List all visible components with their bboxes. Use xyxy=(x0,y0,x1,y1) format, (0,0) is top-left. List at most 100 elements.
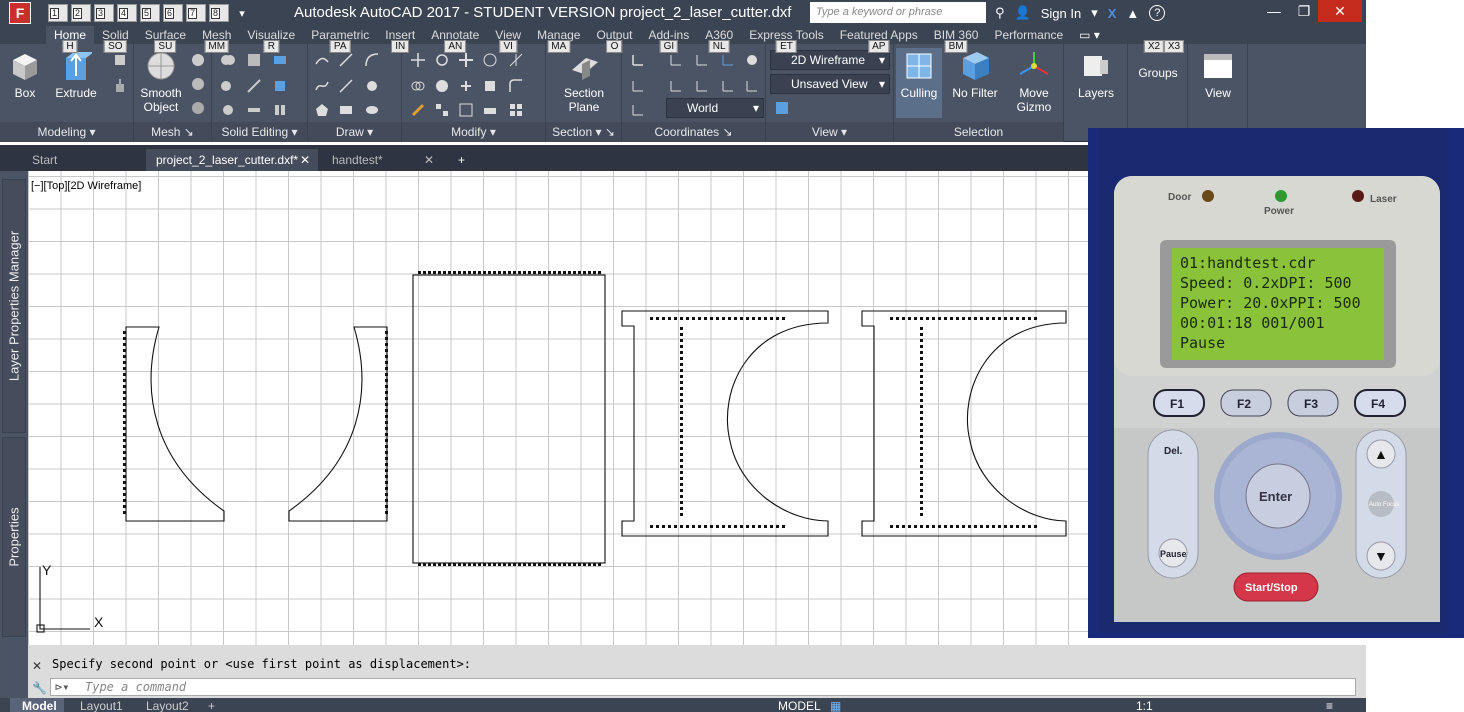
tab-home[interactable]: Home H xyxy=(46,26,95,53)
binoculars-icon[interactable]: ⚲ xyxy=(995,5,1005,21)
ucs-y-icon[interactable] xyxy=(720,78,736,94)
panel-label-draw[interactable]: Draw ▾ xyxy=(308,122,401,142)
ucs-named-icon[interactable] xyxy=(744,52,760,68)
no-filter-button[interactable]: No Filter xyxy=(948,50,1002,100)
box-button[interactable]: Box xyxy=(6,50,44,100)
qat-save-button[interactable]: 3 xyxy=(94,4,114,22)
rectangle-icon[interactable] xyxy=(338,102,354,118)
qat-share-button[interactable]: 5 xyxy=(140,4,160,22)
polyline-icon[interactable] xyxy=(314,52,330,68)
circle-icon[interactable] xyxy=(364,78,380,94)
panel-label-modify[interactable]: Modify ▾ xyxy=(402,122,545,142)
doc-tab-handtest[interactable]: handtest* ✕ xyxy=(322,149,442,171)
spline-icon[interactable] xyxy=(314,78,330,94)
ucs-icon[interactable] xyxy=(630,52,646,68)
align-icon[interactable] xyxy=(482,102,498,118)
ucs-origin-icon[interactable] xyxy=(694,52,710,68)
qat-saveas-button[interactable]: 4 xyxy=(117,4,137,22)
new-tab-button[interactable]: + xyxy=(452,149,476,171)
culling-button[interactable]: Culling xyxy=(896,48,942,118)
mesh-refine-icon[interactable] xyxy=(190,100,206,116)
qat-open-button[interactable]: 2 xyxy=(71,4,91,22)
move-icon[interactable] xyxy=(410,52,426,68)
mesh-smooth-more-icon[interactable] xyxy=(190,52,206,68)
layout2-tab[interactable]: Layout2 xyxy=(146,698,189,712)
panel-label-modeling[interactable]: Modeling ▾ xyxy=(0,122,133,142)
qat-new-button[interactable]: 1 xyxy=(48,4,68,22)
close-button[interactable]: ✕ xyxy=(1318,0,1362,22)
thicken-icon[interactable] xyxy=(246,102,262,118)
qat-undo-button[interactable]: 7 xyxy=(186,4,206,22)
mesh-smooth-less-icon[interactable] xyxy=(190,76,206,92)
stay-connected-icon[interactable]: ▲ xyxy=(1126,6,1139,21)
ucs-previous-icon[interactable] xyxy=(630,78,646,94)
model-space-button[interactable]: MODEL xyxy=(778,698,821,712)
panel-label-view[interactable]: View ▾ xyxy=(766,122,893,142)
layers-button[interactable]: Layers xyxy=(1074,50,1118,100)
layout1-tab[interactable]: Layout1 xyxy=(80,698,123,712)
subtract-icon[interactable] xyxy=(220,78,236,94)
construction-line-icon[interactable] xyxy=(338,78,354,94)
ucs-x-icon[interactable] xyxy=(694,78,710,94)
close-icon[interactable]: ✕ xyxy=(424,149,434,171)
tab-solid[interactable]: Solid SO xyxy=(94,26,137,53)
panel-label-solid-editing[interactable]: Solid Editing ▾ xyxy=(212,122,307,142)
application-menu-button[interactable]: F xyxy=(0,0,40,26)
command-prompt-icon[interactable]: ⊳▾ xyxy=(55,679,69,695)
move-gizmo-icon[interactable] xyxy=(458,52,474,68)
scale-button[interactable]: 1:1 xyxy=(1136,698,1153,712)
tab-annotate[interactable]: Annotate AN xyxy=(423,26,487,53)
panel-label-section[interactable]: Section ▾ ↘ xyxy=(546,122,621,142)
customize-icon[interactable]: ≡ xyxy=(1326,698,1333,712)
line-icon[interactable] xyxy=(338,52,354,68)
qat-customize-button[interactable]: ▾ xyxy=(232,4,252,22)
rotate3d-icon[interactable] xyxy=(482,52,498,68)
add-layout-button[interactable]: + xyxy=(208,698,215,712)
smooth-object-button[interactable]: Smooth Object xyxy=(138,50,184,114)
slice-icon[interactable] xyxy=(246,78,262,94)
qat-plot-button[interactable]: 6 xyxy=(163,4,183,22)
user-icon[interactable]: 👤 xyxy=(1015,5,1031,21)
tab-featured-apps[interactable]: Featured Apps AP xyxy=(832,26,926,53)
polygon-icon[interactable] xyxy=(314,102,330,118)
ucs-zaxis-icon[interactable] xyxy=(720,52,736,68)
erase-icon[interactable] xyxy=(410,102,426,118)
tab-bim-360[interactable]: BIM 360 BM xyxy=(926,26,987,53)
customize-wrench-icon[interactable]: 🔧 xyxy=(32,681,47,695)
viewport-config-icon[interactable] xyxy=(774,100,790,116)
doc-tab-project[interactable]: project_2_laser_cutter.dxf* ✕ xyxy=(146,149,318,171)
panel-label-coordinates[interactable]: Coordinates ↘ xyxy=(622,122,765,142)
groups-button[interactable]: Groups xyxy=(1136,66,1180,80)
rotate-icon[interactable] xyxy=(434,52,450,68)
section-plane-button[interactable]: Section Plane xyxy=(558,50,610,114)
extrude-button[interactable]: Extrude xyxy=(52,50,100,100)
close-icon[interactable]: ✕ xyxy=(32,659,42,673)
tab-a360[interactable]: A360 NL xyxy=(697,26,741,53)
copy-icon[interactable] xyxy=(410,78,426,94)
tab-visualize[interactable]: Visualize R xyxy=(239,26,303,53)
interfere-icon[interactable] xyxy=(246,52,262,68)
union-icon[interactable] xyxy=(220,52,236,68)
sign-in-button[interactable]: Sign In xyxy=(1041,6,1081,21)
ucs-dropdown[interactable]: World ▾ xyxy=(666,98,764,118)
drawing-canvas[interactable]: [−][Top][2D Wireframe] Y X xyxy=(28,171,1088,645)
polysolid-icon[interactable] xyxy=(112,52,128,68)
tab-insert[interactable]: Insert IN xyxy=(377,26,423,53)
properties-palette[interactable]: Properties xyxy=(2,437,26,637)
tab-surface[interactable]: Surface SU xyxy=(137,26,194,53)
layer-properties-palette[interactable]: Layer Properties Manager xyxy=(2,179,26,433)
panel-label-mesh[interactable]: Mesh ↘ xyxy=(134,122,211,142)
tab-express-tools[interactable]: Express Tools ET xyxy=(741,26,831,53)
tab-output[interactable]: Output O xyxy=(588,26,640,53)
view-button[interactable]: View xyxy=(1196,50,1240,100)
grid-icon[interactable]: ▦ xyxy=(830,698,841,712)
command-input[interactable]: ⊳▾ Type a command xyxy=(50,678,1356,696)
fillet-icon[interactable] xyxy=(508,78,524,94)
tab-mesh[interactable]: Mesh MM xyxy=(194,26,239,53)
arc-icon[interactable] xyxy=(364,52,380,68)
scale-icon[interactable] xyxy=(458,78,474,94)
ribbon-minimize-toggle[interactable]: ▭ ▾ xyxy=(1071,26,1108,44)
extract-edges-icon[interactable] xyxy=(272,52,288,68)
intersect-icon[interactable] xyxy=(220,102,236,118)
ucs-object-icon[interactable] xyxy=(630,102,646,118)
